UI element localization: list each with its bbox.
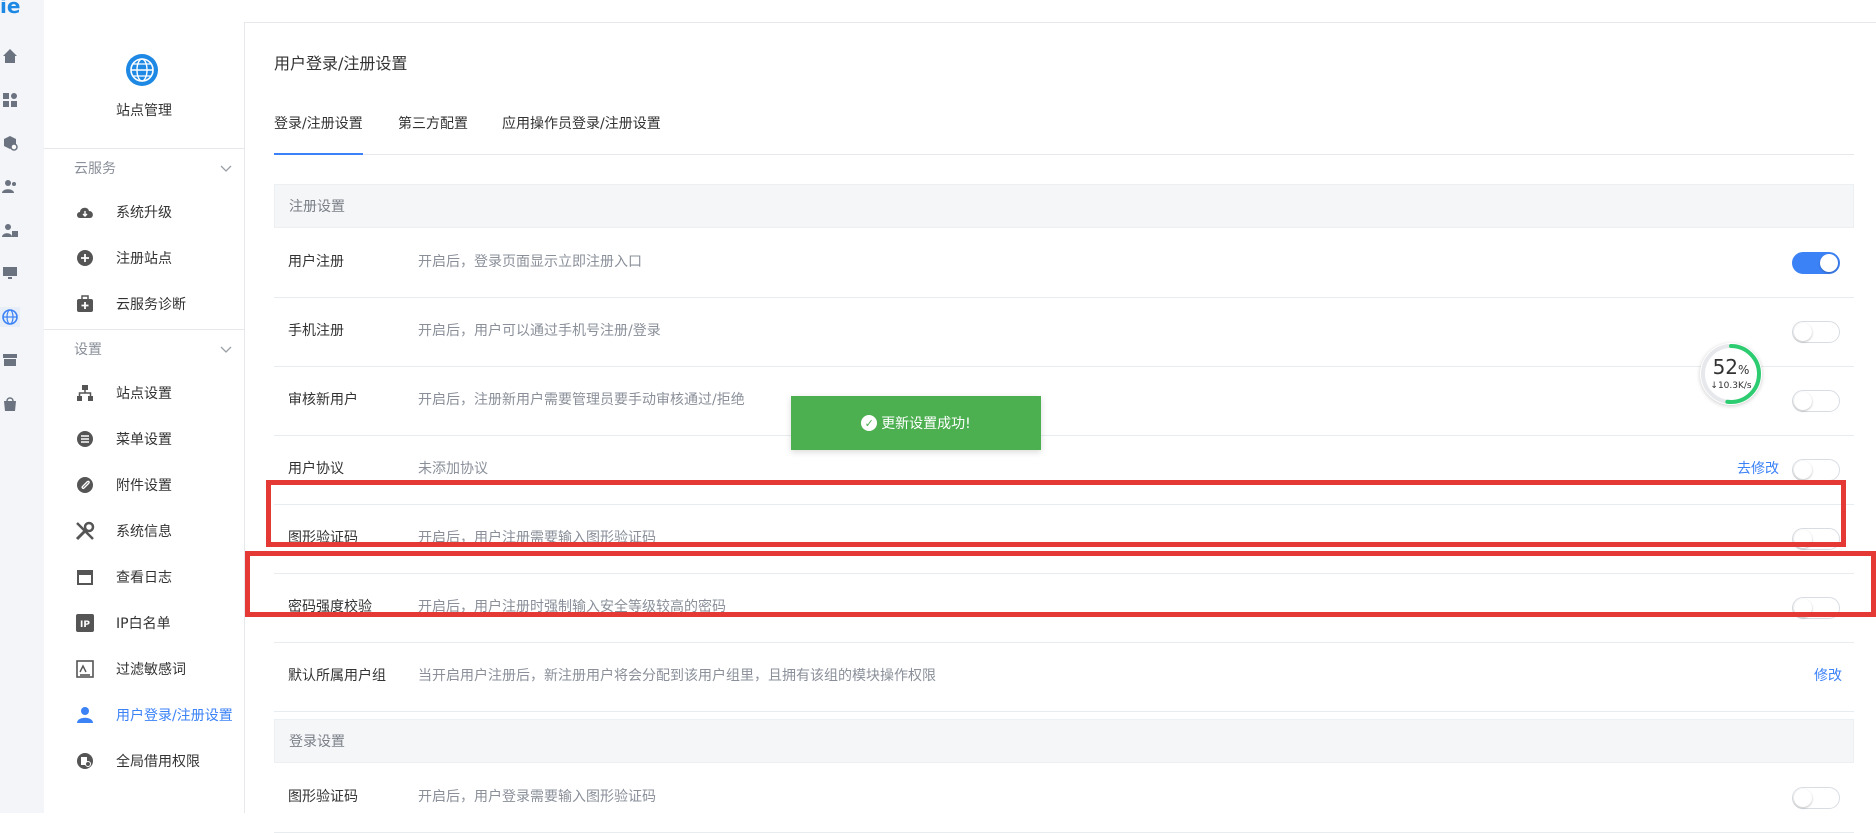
toggle-captcha-login[interactable] [1792,787,1840,809]
success-toast: ✓ 更新设置成功! [791,396,1041,450]
tab-bar: 登录/注册设置 第三方配置 应用操作员登录/注册设置 [274,94,1854,155]
setting-row-user-register: 用户注册 开启后，登录页面显示立即注册入口 [274,228,1854,298]
site-globe-icon [124,52,160,88]
tab-third-party[interactable]: 第三方配置 [398,94,468,154]
shopping-bag-icon[interactable] [0,394,20,414]
users-icon[interactable] [0,176,20,196]
store-icon[interactable] [0,350,20,370]
apps-icon[interactable] [0,90,20,110]
site-header: 站点管理 [44,22,244,149]
tab-operator-login[interactable]: 应用操作员登录/注册设置 [502,94,661,154]
sidebar-group-settings: 设置 站点设置 菜单设置 附件设置 系统信息 查看日志 IP IP白名单 过滤敏… [44,330,244,784]
speed-rate: ↓10.3K/s [1710,381,1752,391]
globe-icon[interactable] [0,307,20,327]
sidebar-item-site-settings[interactable]: 站点设置 [44,370,244,416]
site-label: 站点管理 [116,103,172,119]
package-settings-icon[interactable] [0,133,20,153]
highlight-password-row [245,551,1876,617]
sidebar-item-user-login-settings[interactable]: 用户登录/注册设置 [44,692,244,738]
app-rail: ie [0,0,45,813]
sidebar-item-sensitive-words[interactable]: 过滤敏感词 [44,646,244,692]
user-icon [74,704,96,726]
sidebar-item-view-logs[interactable]: 查看日志 [44,554,244,600]
plus-circle-icon [74,247,96,269]
highlight-captcha-row [266,480,1846,547]
section-register-title: 注册设置 [274,184,1854,228]
filter-icon [74,658,96,680]
toggle-mobile-register[interactable] [1792,321,1840,343]
medkit-icon [74,293,96,315]
sidebar-item-global-permission[interactable]: 全局借用权限 [44,738,244,784]
sidebar-item-system-info[interactable]: 系统信息 [44,508,244,554]
tab-login-register[interactable]: 登录/注册设置 [274,94,363,155]
toggle-user-register[interactable] [1792,252,1840,274]
speed-percent: 52% [1712,355,1750,379]
check-circle-icon: ✓ [861,415,878,431]
toggle-review-users[interactable] [1792,390,1840,412]
ip-icon: IP [74,612,96,634]
permission-icon [74,750,96,772]
sidebar: 站点管理 云服务 系统升级 注册站点 云服务诊断 设置 站点设置 菜单设置 附件… [44,22,245,813]
cloud-download-icon [74,201,96,223]
paperclip-icon [74,474,96,496]
setting-row-captcha-login: 图形验证码 开启后，用户登录需要输入图形验证码 [274,763,1854,833]
toggle-user-agreement[interactable] [1792,459,1840,481]
page-title: 用户登录/注册设置 [274,54,408,73]
home-icon[interactable] [0,46,20,66]
monitor-icon[interactable] [0,263,20,283]
sidebar-item-register-site[interactable]: 注册站点 [44,235,244,281]
setting-row-review-users: 审核新用户 开启后，注册新用户需要管理员要手动审核通过/拒绝 [274,366,1854,436]
app-logo[interactable]: ie [0,0,30,16]
calendar-icon [74,566,96,588]
setting-row-default-group: 默认所属用户组 当开启用户注册后，新注册用户将会分配到该用户组里，且拥有该组的模… [274,642,1854,712]
list-icon [74,428,96,450]
svg-text:IP: IP [80,620,90,630]
edit-default-group-link[interactable]: 修改 [1814,642,1842,711]
sidebar-item-attachment-settings[interactable]: 附件设置 [44,462,244,508]
sidebar-item-upgrade[interactable]: 系统升级 [44,189,244,235]
setting-row-mobile-register: 手机注册 开启后，用户可以通过手机号注册/登录 [274,297,1854,367]
tools-icon [74,520,96,542]
sidebar-group-title[interactable]: 设置 [44,330,244,370]
sitemap-icon [74,382,96,404]
user-lock-icon[interactable] [0,220,20,240]
sidebar-item-diagnosis[interactable]: 云服务诊断 [44,281,244,327]
sidebar-group-title[interactable]: 云服务 [44,149,244,189]
sidebar-item-ip-whitelist[interactable]: IP IP白名单 [44,600,244,646]
sidebar-group-cloud: 云服务 系统升级 注册站点 云服务诊断 [44,149,244,327]
network-speed-widget[interactable]: 52% ↓10.3K/s [1700,343,1762,405]
top-bar [44,0,1876,23]
sidebar-item-menu-settings[interactable]: 菜单设置 [44,416,244,462]
section-login-title: 登录设置 [274,719,1854,763]
